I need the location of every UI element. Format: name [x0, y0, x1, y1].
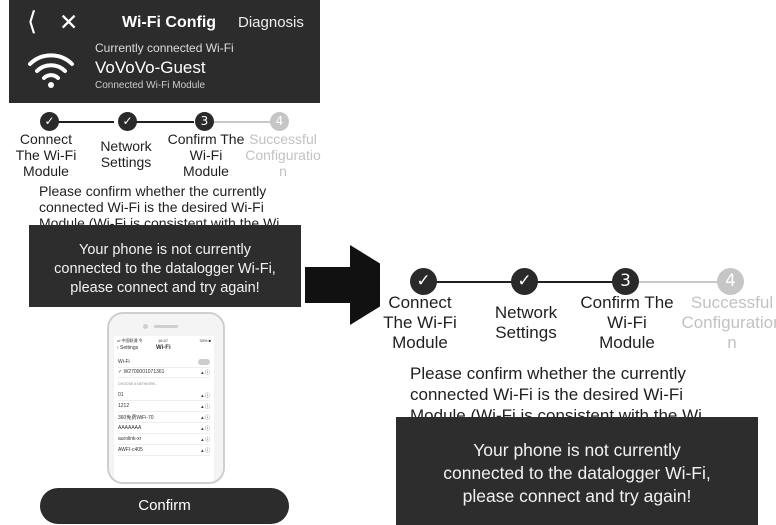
step-2-label: Network Settings: [100, 138, 152, 170]
step-2-check-icon: ✓: [511, 268, 538, 295]
choose-network-label: CHOOSE A NETWORK...: [118, 382, 158, 386]
error-toast: Your phone is not currently connected to…: [396, 417, 758, 525]
step-4-marker: 4: [270, 112, 289, 131]
settings-back-link: ‹ Settings: [117, 345, 139, 351]
step-connector: [134, 121, 194, 123]
step-3-marker: 3: [195, 112, 214, 131]
step-2-label: Network Settings: [494, 303, 558, 342]
status-bar-time: 16:47: [158, 338, 169, 343]
header: ⟨ ✕ Wi-Fi Config Diagnosis Currently con…: [9, 0, 320, 103]
network-row: aurolink-xr ▴ ⓘ: [118, 436, 210, 445]
diagnosis-button[interactable]: Diagnosis: [238, 14, 304, 31]
close-icon[interactable]: ✕: [59, 8, 78, 36]
network-row: 01 ▴ ⓘ: [118, 392, 210, 401]
network-row: AWFI-c405 ▴ ⓘ: [118, 447, 210, 456]
step-4-label: Successful Configuration n: [681, 293, 776, 352]
wifi-icon: [28, 53, 74, 88]
status-bar-battery: 33% ■: [199, 338, 211, 343]
zoomed-detail-panel: ✓ ✓ 3 4 Connect The Wi-Fi Module Network Se…: [380, 255, 776, 525]
connected-module-label: Connected Wi-Fi Module: [95, 80, 206, 91]
error-toast: Your phone is not currently connected to…: [29, 225, 301, 307]
speaker-slot: [154, 325, 178, 328]
phone-wifi-settings-screen: •ıl 中国联通 令 16:47 33% ■ ‹ Settings Wi-Fi …: [114, 336, 214, 482]
step-3-label: Confirm The Wi-Fi Module: [580, 293, 674, 352]
step-1-check-icon: ✓: [40, 112, 59, 131]
confirm-button[interactable]: Confirm: [40, 488, 289, 524]
connected-network-row: ✓ W2700001071361 ▴ ⓘ: [118, 369, 210, 378]
step-1-label: Connect The Wi-Fi Module: [383, 293, 457, 352]
ssid-name: VoVoVo-Guest: [95, 58, 206, 77]
step-4-marker: 4: [717, 268, 744, 295]
step-connector: [214, 121, 274, 123]
chevron-left-icon[interactable]: ⟨: [27, 6, 37, 36]
confirm-description: Please confirm whether the currently con…: [39, 183, 280, 231]
page-title: Wi-Fi Config: [122, 14, 217, 31]
camera-dot: [143, 324, 148, 329]
step-3-marker: 3: [612, 268, 639, 295]
left-phone-screen: ⟨ ✕ Wi-Fi Config Diagnosis Currently con…: [0, 0, 336, 525]
step-2-check-icon: ✓: [118, 112, 137, 131]
step-1-label: Connect The Wi-Fi Module: [15, 131, 77, 179]
phone-illustration: •ıl 中国联通 令 16:47 33% ■ ‹ Settings Wi-Fi …: [107, 312, 225, 484]
step-4-label: Successful Configuratio n: [245, 131, 321, 179]
wifi-screen-title: Wi-Fi: [156, 345, 171, 351]
network-row: AAAAAAA ▴ ⓘ: [118, 425, 210, 434]
step-1-check-icon: ✓: [410, 268, 437, 295]
network-row: 360免费WiFi-70 ▴ ⓘ: [118, 415, 210, 423]
wifi-toggle-row: Wi-Fi: [118, 358, 210, 368]
status-bar-carrier: •ıl 中国联通 令: [117, 338, 143, 343]
network-row: 1212 ▴ ⓘ: [118, 403, 210, 412]
connected-wifi-label: Currently connected Wi-Fi: [95, 41, 234, 55]
step-connector: [54, 121, 114, 123]
